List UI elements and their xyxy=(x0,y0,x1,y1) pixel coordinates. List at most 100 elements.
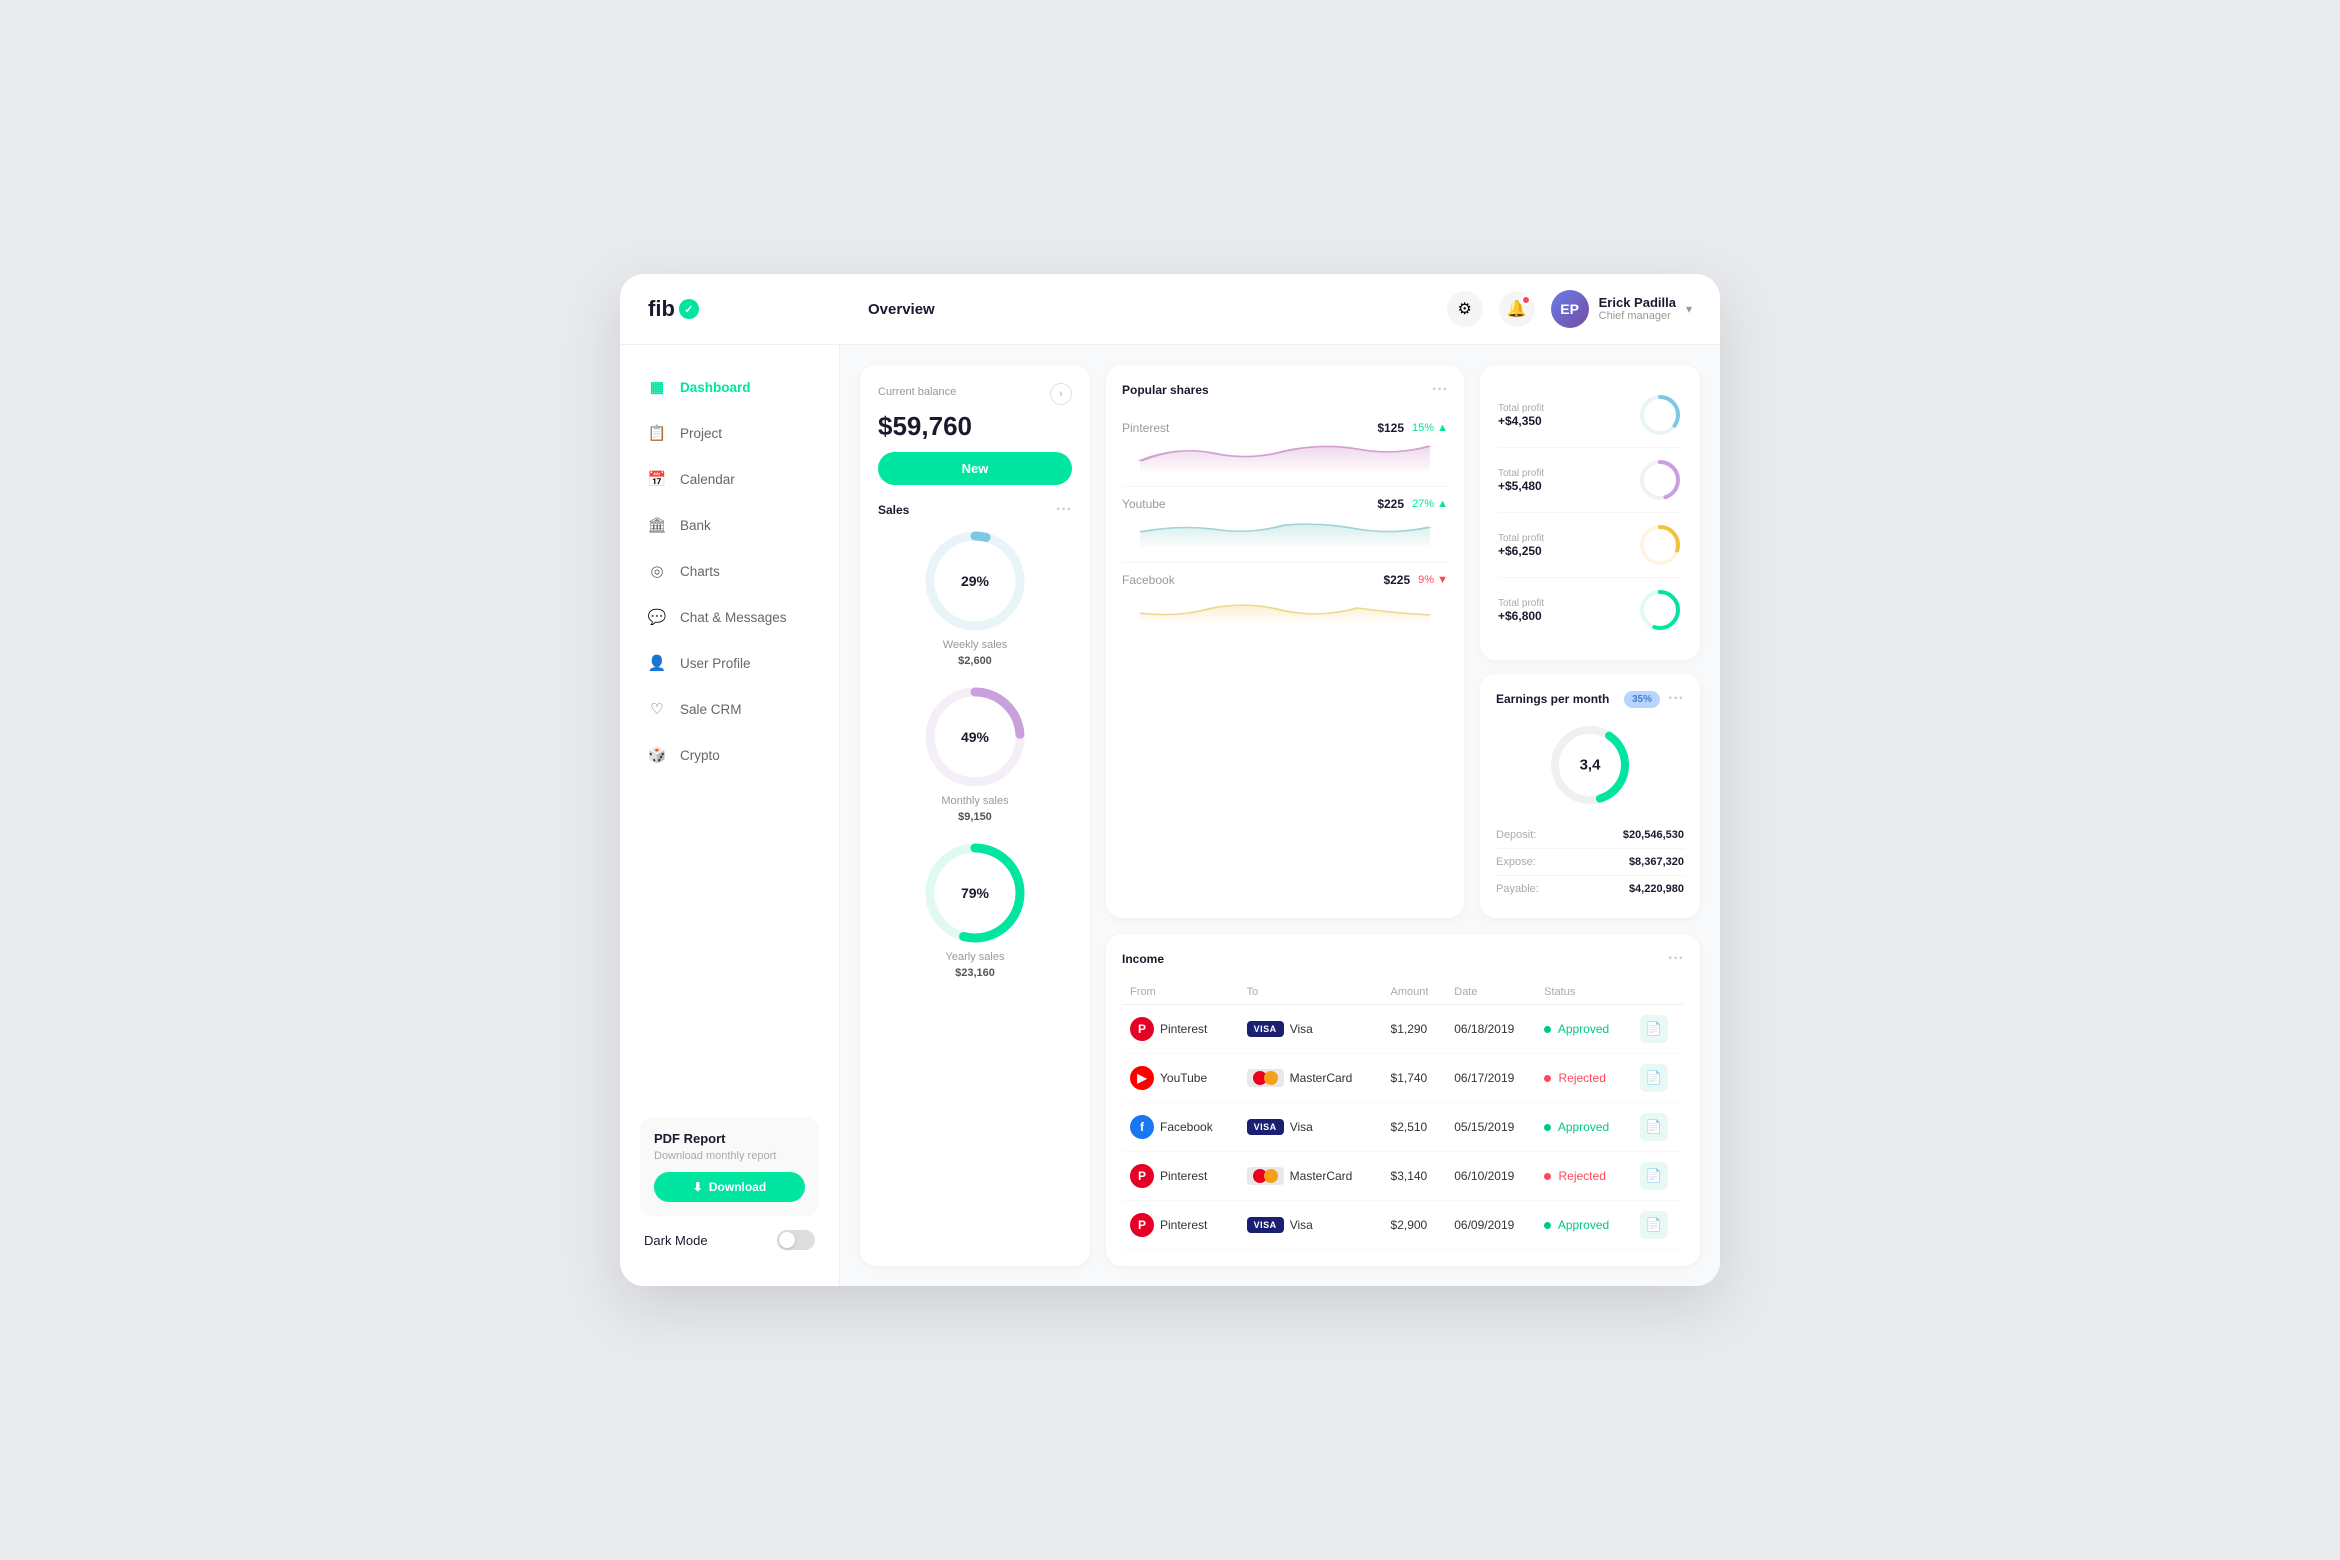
sidebar-icon-charts: ◎ xyxy=(646,560,668,582)
profit-value: +$6,800 xyxy=(1498,609,1544,623)
payment-method: VISA Visa xyxy=(1247,1021,1375,1037)
document-icon[interactable]: 📄 xyxy=(1640,1015,1668,1043)
sidebar-item-charts[interactable]: ◎ Charts xyxy=(632,549,827,593)
source-chip: P Pinterest xyxy=(1130,1017,1231,1041)
earnings-row: Deposit: $20,546,530 xyxy=(1496,822,1684,849)
sales-section: Sales ··· 29% Weekly sales $2,600 xyxy=(878,501,1072,979)
col-status: Status xyxy=(1536,980,1632,1005)
sidebar-item-crm[interactable]: ♡ Sale CRM xyxy=(632,687,827,731)
profit-ring-svg xyxy=(1638,458,1682,502)
sidebar-label-profile: User Profile xyxy=(680,656,751,671)
popular-shares-more-button[interactable]: ··· xyxy=(1432,381,1448,399)
document-icon[interactable]: 📄 xyxy=(1640,1211,1668,1239)
download-button[interactable]: ⬇ Download xyxy=(654,1172,805,1202)
donut-value: $9,150 xyxy=(941,811,1008,823)
document-icon[interactable]: 📄 xyxy=(1640,1064,1668,1092)
sidebar-item-bank[interactable]: 🏛 Bank xyxy=(632,503,827,547)
sidebar-item-chat[interactable]: 💬 Chat & Messages xyxy=(632,595,827,639)
earnings-value: $4,220,980 xyxy=(1629,883,1684,895)
payment-label: Visa xyxy=(1290,1218,1313,1232)
sidebar-item-profile[interactable]: 👤 User Profile xyxy=(632,641,827,685)
sales-donut-item: 29% Weekly sales $2,600 xyxy=(878,531,1072,667)
logo-text: fib xyxy=(648,296,675,322)
right-column: Total profit +$4,350 Total profit +$5,48… xyxy=(1480,365,1700,918)
svg-text:79%: 79% xyxy=(961,885,990,901)
share-pct: 27% ▲ xyxy=(1412,498,1448,510)
status-dot xyxy=(1544,1026,1551,1033)
payment-label: Visa xyxy=(1290,1120,1313,1134)
share-header: Facebook $225 9% ▼ xyxy=(1122,573,1448,587)
shares-list: Pinterest $125 15% ▲ Youtube $225 27% ▲ xyxy=(1122,411,1448,638)
document-icon[interactable]: 📄 xyxy=(1640,1162,1668,1190)
pdf-report-section: PDF Report Download monthly report ⬇ Dow… xyxy=(640,1117,819,1216)
sales-donuts: 29% Weekly sales $2,600 49% Monthly sale… xyxy=(878,531,1072,979)
status-label: Approved xyxy=(1558,1218,1609,1232)
sidebar-icon-crm: ♡ xyxy=(646,698,668,720)
source-icon: P xyxy=(1130,1017,1154,1041)
payment-method: VISA Visa xyxy=(1247,1119,1375,1135)
sidebar-bottom: PDF Report Download monthly report ⬇ Dow… xyxy=(620,1117,839,1266)
mc-circle-yellow xyxy=(1264,1071,1278,1085)
earnings-donut: 3,4 xyxy=(1545,720,1635,810)
profit-item: Total profit +$6,800 xyxy=(1498,578,1682,642)
profit-value: +$4,350 xyxy=(1498,414,1544,428)
donut-container: 49% Monthly sales $9,150 xyxy=(878,687,1072,823)
user-profile[interactable]: EP Erick Padilla Chief manager ▾ xyxy=(1551,290,1692,328)
dark-mode-toggle[interactable] xyxy=(777,1230,815,1250)
sidebar: ▦ Dashboard 📋 Project 📅 Calendar 🏛 Bank … xyxy=(620,345,840,1286)
profit-info: Total profit +$4,350 xyxy=(1498,403,1544,428)
sidebar-label-crypto: Crypto xyxy=(680,748,720,763)
source-name: YouTube xyxy=(1160,1071,1207,1085)
earnings-key: Payable: xyxy=(1496,883,1539,895)
logo-check-icon: ✓ xyxy=(679,299,699,319)
source-name: Pinterest xyxy=(1160,1218,1207,1232)
notification-button[interactable]: 🔔 xyxy=(1499,291,1535,327)
sidebar-label-dashboard: Dashboard xyxy=(680,380,751,395)
new-button[interactable]: New xyxy=(878,452,1072,485)
balance-label: Current balance xyxy=(878,386,956,398)
cell-to: VISA Visa xyxy=(1239,1103,1383,1152)
col-actions xyxy=(1632,980,1684,1005)
cell-amount: $1,290 xyxy=(1383,1005,1447,1054)
cell-amount: $3,140 xyxy=(1383,1152,1447,1201)
source-chip: f Facebook xyxy=(1130,1115,1231,1139)
profit-label: Total profit xyxy=(1498,403,1544,414)
sales-more-button[interactable]: ··· xyxy=(1056,501,1072,519)
source-name: Pinterest xyxy=(1160,1022,1207,1036)
sidebar-icon-profile: 👤 xyxy=(646,652,668,674)
sales-card: Current balance › $59,760 New Sales ··· xyxy=(860,365,1090,1266)
popular-shares-title: Popular shares xyxy=(1122,383,1209,397)
earnings-more-button[interactable]: ··· xyxy=(1668,690,1684,708)
document-icon[interactable]: 📄 xyxy=(1640,1113,1668,1141)
sidebar-icon-project: 📋 xyxy=(646,422,668,444)
chevron-down-icon: ▾ xyxy=(1686,302,1692,316)
svg-text:49%: 49% xyxy=(961,729,990,745)
cell-from: P Pinterest xyxy=(1122,1005,1239,1054)
sidebar-label-bank: Bank xyxy=(680,518,711,533)
balance-amount: $59,760 xyxy=(878,411,1072,442)
income-table: From To Amount Date Status P Pinterest xyxy=(1122,980,1684,1250)
profit-ring-svg xyxy=(1638,523,1682,567)
earnings-value: $8,367,320 xyxy=(1629,856,1684,868)
balance-nav-arrow[interactable]: › xyxy=(1050,383,1072,405)
status-dot xyxy=(1544,1222,1551,1229)
cell-action: 📄 xyxy=(1632,1152,1684,1201)
payment-label: MasterCard xyxy=(1290,1169,1353,1183)
sidebar-item-crypto[interactable]: 🎲 Crypto xyxy=(632,733,827,777)
sidebar-icon-crypto: 🎲 xyxy=(646,744,668,766)
cell-from: P Pinterest xyxy=(1122,1201,1239,1250)
cell-from: ▶ YouTube xyxy=(1122,1054,1239,1103)
sidebar-item-dashboard[interactable]: ▦ Dashboard xyxy=(632,365,827,409)
sidebar-item-project[interactable]: 📋 Project xyxy=(632,411,827,455)
download-label: Download xyxy=(709,1180,766,1194)
source-icon: ▶ xyxy=(1130,1066,1154,1090)
share-name: Facebook xyxy=(1122,573,1175,587)
settings-button[interactable]: ⚙ xyxy=(1447,291,1483,327)
cell-to: VISA Visa xyxy=(1239,1201,1383,1250)
sidebar-nav: ▦ Dashboard 📋 Project 📅 Calendar 🏛 Bank … xyxy=(620,365,839,779)
payment-label: MasterCard xyxy=(1290,1071,1353,1085)
sidebar-item-calendar[interactable]: 📅 Calendar xyxy=(632,457,827,501)
income-more-button[interactable]: ··· xyxy=(1668,950,1684,968)
share-header: Pinterest $125 15% ▲ xyxy=(1122,421,1448,435)
cell-action: 📄 xyxy=(1632,1005,1684,1054)
